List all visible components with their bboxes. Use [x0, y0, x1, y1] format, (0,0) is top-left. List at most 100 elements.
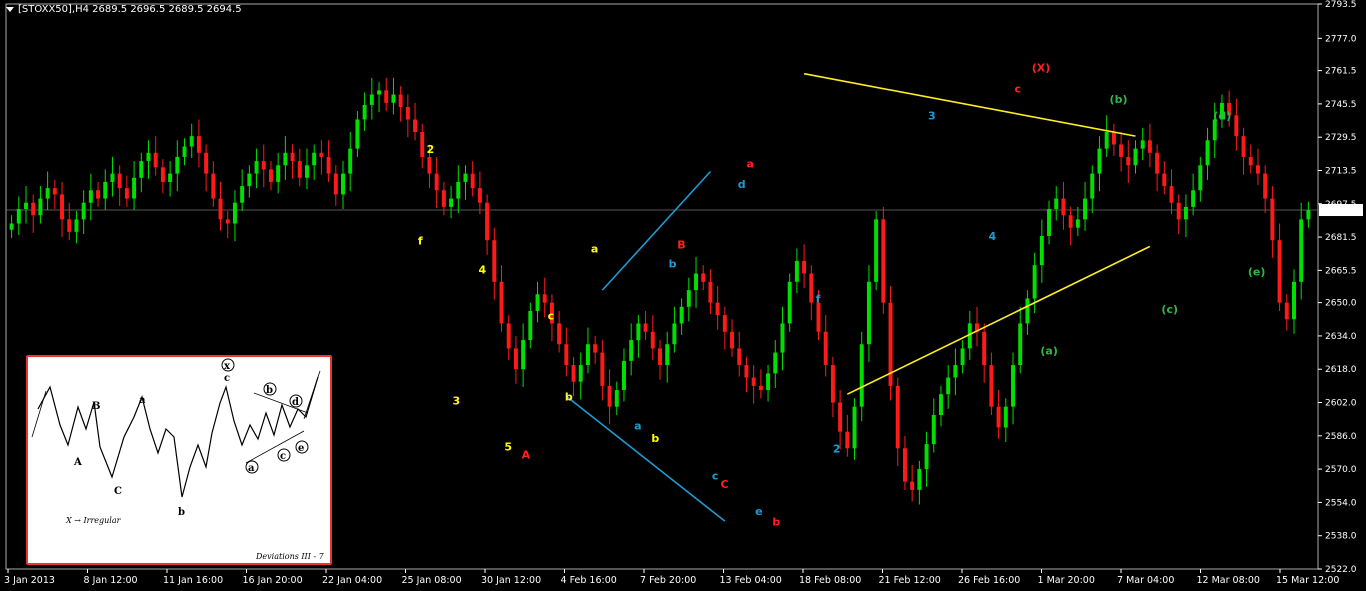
x-tick-label: 4 Feb 16:00 [561, 575, 617, 586]
blue-lower-trendline[interactable] [565, 395, 726, 522]
candle-body [931, 415, 936, 445]
candle-body [88, 190, 93, 203]
x-tick-label: 11 Jan 16:00 [163, 575, 223, 586]
candle-body [1284, 302, 1289, 320]
candle-body [1162, 173, 1167, 187]
candle-body [571, 365, 576, 382]
candle-body [146, 152, 151, 162]
wave-label: 4 [478, 263, 486, 276]
candle-body [1270, 198, 1275, 241]
inset-label-A: A [73, 457, 82, 468]
candle-body [758, 385, 763, 391]
wave-label: (b) [1110, 93, 1128, 106]
candle-body [629, 340, 634, 361]
candle-body [859, 344, 864, 407]
wave-label: b [565, 390, 573, 403]
candle-body [600, 352, 605, 386]
candle-body [1198, 165, 1203, 191]
candle-body [557, 323, 562, 345]
inset-label-a: a [139, 395, 146, 406]
y-tick-label: 2634.0 [1325, 332, 1357, 342]
candle-body [377, 90, 382, 95]
candle-body [434, 173, 439, 191]
inset-caption-irregular: X → Irregular [65, 516, 122, 525]
candle-body [679, 306, 684, 324]
y-tick-label: 2793.5 [1325, 0, 1357, 10]
wave-label: 4 [989, 230, 997, 243]
x-tick-label: 7 Mar 04:00 [1117, 575, 1174, 586]
candle-body [427, 156, 432, 174]
candle-body [1277, 240, 1282, 303]
candle-body [722, 315, 727, 332]
x-tick-label: 21 Feb 12:00 [879, 575, 941, 586]
blue-upper-trendline[interactable] [601, 170, 712, 291]
candle-body [744, 365, 749, 378]
candle-body [953, 365, 958, 378]
candle-body [694, 273, 699, 291]
inset-label-C: C [114, 486, 122, 497]
candle-body [182, 146, 187, 157]
candle-body [362, 104, 367, 120]
candle-body [730, 331, 735, 349]
candle-body [319, 152, 324, 157]
candle-body [1183, 206, 1188, 220]
candle-body [333, 173, 338, 195]
candle-body [715, 302, 720, 316]
wave-label: b [651, 432, 659, 445]
candle-body [917, 469, 922, 490]
candle-body [1147, 140, 1152, 153]
candle-body [456, 181, 461, 199]
y-tick-label: 2713.5 [1325, 166, 1357, 176]
inset-label-circ-c: c [280, 451, 286, 462]
y-tick-label: 2538.0 [1325, 532, 1357, 542]
candle-body [708, 281, 713, 303]
candle-body [160, 167, 165, 182]
candle-body [506, 323, 511, 349]
candle-body [535, 294, 540, 311]
candle-body [103, 181, 108, 199]
candle-body [1299, 219, 1304, 282]
candle-body [802, 261, 807, 274]
candle-body [672, 323, 677, 345]
candle-body [1061, 198, 1066, 216]
dropdown-icon[interactable] [6, 6, 14, 12]
candle-body [852, 406, 857, 449]
candle-body [463, 173, 468, 182]
wave-label: 2 [427, 143, 435, 156]
candle-body [1054, 198, 1059, 209]
wave-label: a [634, 420, 641, 433]
candle-body [1176, 202, 1181, 220]
candle-body [96, 190, 101, 199]
candle-body [247, 173, 252, 187]
wave-label: 2 [833, 442, 841, 455]
candle-body [636, 323, 641, 341]
y-tick-label: 2665.5 [1325, 266, 1357, 276]
candle-body [175, 156, 180, 174]
candle-body [794, 261, 799, 282]
candle-body [1025, 298, 1030, 324]
candle-body [1018, 323, 1023, 366]
candle-body [989, 365, 994, 407]
candle-body [809, 273, 814, 303]
inset-label-X: x [224, 361, 231, 372]
candle-body [139, 161, 144, 178]
chart-window: { "header": { "symbol_line": "[STOXX50],… [0, 0, 1366, 591]
candle-body [650, 331, 655, 349]
candle-body [593, 344, 598, 353]
candle-body [31, 202, 36, 216]
candle-body [60, 194, 65, 220]
candle-body [902, 448, 907, 482]
candle-body [1097, 148, 1102, 174]
candle-body [38, 198, 43, 216]
candle-body [305, 165, 309, 178]
yellow-lower-trendline[interactable] [846, 245, 1151, 395]
candle-body [924, 444, 929, 470]
elliott-wave-reference-inset: A B C a b c x b d a c e X → Irregular De… [26, 355, 332, 565]
wave-label: (d) [1213, 109, 1231, 122]
candle-body [355, 119, 360, 149]
candle-body [369, 94, 374, 105]
candle-body [938, 394, 943, 416]
yellow-upper-trendline[interactable] [803, 72, 1136, 137]
y-tick-label: 2522.0 [1325, 565, 1357, 575]
candle-body [341, 173, 345, 195]
